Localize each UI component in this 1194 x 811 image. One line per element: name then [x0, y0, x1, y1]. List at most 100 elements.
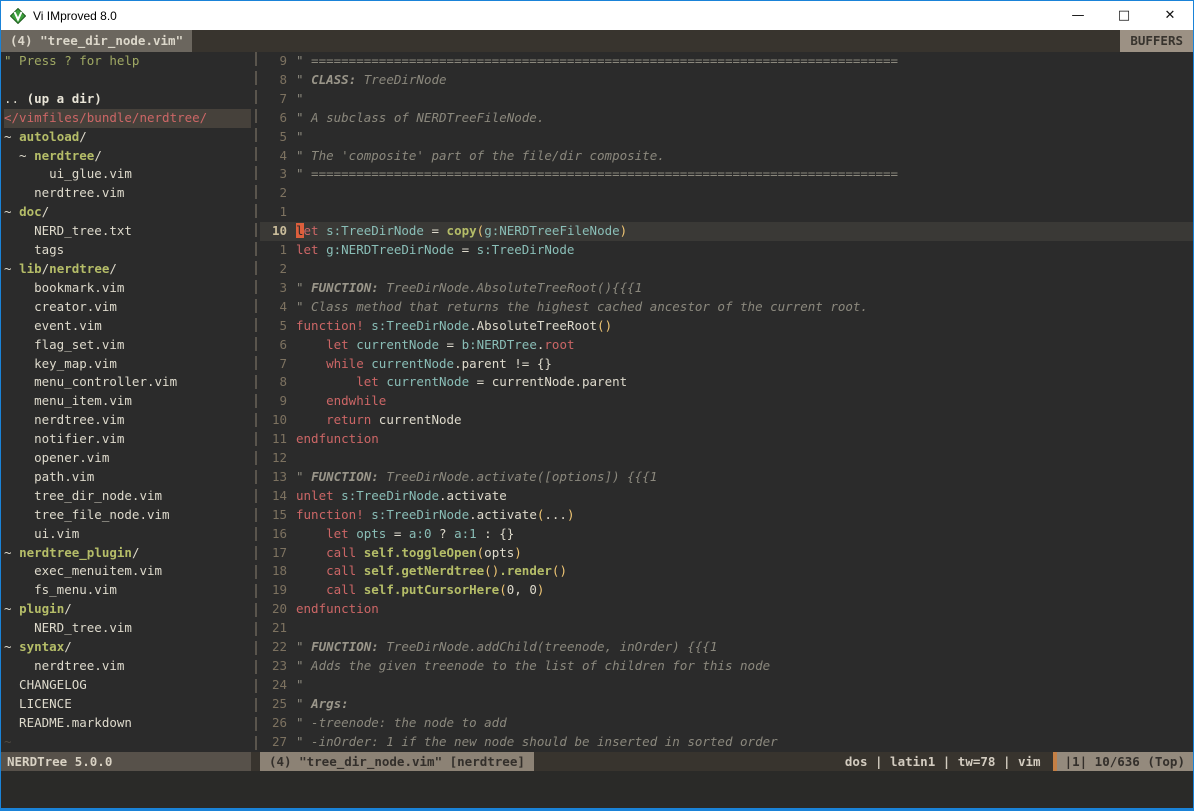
- tree-item-file[interactable]: flag_set.vim: [4, 336, 251, 355]
- code-line[interactable]: 9" =====================================…: [260, 52, 1193, 71]
- tree-item-dir[interactable]: ~ nerdtree/: [4, 147, 251, 166]
- code-line-current[interactable]: 10let s:TreeDirNode = copy(g:NERDTreeFil…: [260, 222, 1193, 241]
- token-k: while: [326, 356, 364, 371]
- maximize-button[interactable]: □: [1101, 1, 1147, 30]
- line-number: 9: [260, 52, 287, 71]
- tree-item-dir[interactable]: ~ lib/nerdtree/: [4, 260, 251, 279]
- tree-item-file[interactable]: notifier.vim: [4, 430, 251, 449]
- code-line[interactable]: 7": [260, 90, 1193, 109]
- code-line[interactable]: 18 call self.getNerdtree().render(): [260, 562, 1193, 581]
- line-number: 27: [260, 733, 287, 752]
- code-line[interactable]: 11endfunction: [260, 430, 1193, 449]
- code-text: " The 'composite' part of the file/dir c…: [296, 148, 665, 163]
- tree-item-file[interactable]: nerdtree.vim: [4, 184, 251, 203]
- code-line[interactable]: 23" Adds the given treenode to the list …: [260, 657, 1193, 676]
- main-area: " Press ? for help .. (up a dir)</vimfile…: [1, 52, 1193, 752]
- code-line[interactable]: 5function! s:TreeDirNode.AbsoluteTreeRoo…: [260, 317, 1193, 336]
- code-line[interactable]: 8 let currentNode = currentNode.parent: [260, 373, 1193, 392]
- code-line[interactable]: 12: [260, 449, 1193, 468]
- tree-item-file[interactable]: tree_dir_node.vim: [4, 487, 251, 506]
- token-t: b:NERDTree: [462, 337, 537, 352]
- token-w: = currentNode.parent: [469, 374, 627, 389]
- code-line[interactable]: 2: [260, 184, 1193, 203]
- tree-item-file[interactable]: tags: [4, 241, 251, 260]
- tree-item-file[interactable]: key_map.vim: [4, 355, 251, 374]
- code-line[interactable]: 7 while currentNode.parent != {}: [260, 355, 1193, 374]
- token-c: ": [296, 677, 304, 692]
- code-line[interactable]: 14unlet s:TreeDirNode.activate: [260, 487, 1193, 506]
- tree-item-file[interactable]: README.markdown: [4, 714, 251, 733]
- line-number: 13: [260, 468, 287, 487]
- token-w: [356, 582, 364, 597]
- tree-item-file[interactable]: fs_menu.vim: [4, 581, 251, 600]
- code-line[interactable]: 24": [260, 676, 1193, 695]
- code-line[interactable]: 21: [260, 619, 1193, 638]
- code-line[interactable]: 5": [260, 128, 1193, 147]
- tree-item-file[interactable]: tree_file_node.vim: [4, 506, 251, 525]
- token-k: endfunction: [296, 601, 379, 616]
- line-number: 23: [260, 657, 287, 676]
- tree-item-file[interactable]: exec_menuitem.vim: [4, 562, 251, 581]
- token-w: [296, 563, 326, 578]
- token-file: event.vim: [4, 318, 102, 333]
- code-line[interactable]: 9 endwhile: [260, 392, 1193, 411]
- command-line[interactable]: [1, 771, 1193, 808]
- code-line[interactable]: 2: [260, 260, 1193, 279]
- code-line[interactable]: 3" FUNCTION: TreeDirNode.AbsoluteTreeRoo…: [260, 279, 1193, 298]
- code-line[interactable]: 6" A subclass of NERDTreeFileNode.: [260, 109, 1193, 128]
- code-line[interactable]: 1: [260, 203, 1193, 222]
- code-line[interactable]: 4" Class method that returns the highest…: [260, 298, 1193, 317]
- token-k: call: [326, 563, 356, 578]
- tree-item-dir[interactable]: ~ nerdtree_plugin/: [4, 544, 251, 563]
- tree-item-file[interactable]: opener.vim: [4, 449, 251, 468]
- tree-item-dir[interactable]: ~ plugin/: [4, 600, 251, 619]
- tree-item-help: " Press ? for help: [4, 52, 251, 71]
- code-line[interactable]: 8" CLASS: TreeDirNode: [260, 71, 1193, 90]
- code-line[interactable]: 3" =====================================…: [260, 165, 1193, 184]
- token-help: " Press ? for help: [4, 53, 139, 68]
- line-number: 17: [260, 544, 287, 563]
- code-line[interactable]: 4" The 'composite' part of the file/dir …: [260, 147, 1193, 166]
- tab-tree-dir-node[interactable]: (4) "tree_dir_node.vim": [1, 30, 192, 52]
- tree-item-file[interactable]: nerdtree.vim: [4, 411, 251, 430]
- tree-item-root[interactable]: </vimfiles/bundle/nerdtree/: [4, 109, 251, 128]
- tree-item-file[interactable]: LICENCE: [4, 695, 251, 714]
- code-line[interactable]: 27" -inOrder: 1 if the new node should b…: [260, 733, 1193, 752]
- tree-item-file[interactable]: path.vim: [4, 468, 251, 487]
- code-line[interactable]: 6 let currentNode = b:NERDTree.root: [260, 336, 1193, 355]
- tree-item-file[interactable]: bookmark.vim: [4, 279, 251, 298]
- tree-item-file[interactable]: event.vim: [4, 317, 251, 336]
- vim-icon[interactable]: [10, 8, 26, 24]
- code-line[interactable]: 25" Args:: [260, 695, 1193, 714]
- tree-item-dir[interactable]: ~ doc/: [4, 203, 251, 222]
- code-line[interactable]: 15function! s:TreeDirNode.activate(...): [260, 506, 1193, 525]
- tree-item-file[interactable]: menu_item.vim: [4, 392, 251, 411]
- token-w: .activate: [469, 507, 537, 522]
- tree-item-file[interactable]: creator.vim: [4, 298, 251, 317]
- tree-item-dir[interactable]: ~ autoload/: [4, 128, 251, 147]
- line-number: 7: [260, 90, 287, 109]
- code-line[interactable]: 1let g:NERDTreeDirNode = s:TreeDirNode: [260, 241, 1193, 260]
- code-line[interactable]: 13" FUNCTION: TreeDirNode.activate([opti…: [260, 468, 1193, 487]
- code-line[interactable]: 10 return currentNode: [260, 411, 1193, 430]
- code-line[interactable]: 19 call self.putCursorHere(0, 0): [260, 581, 1193, 600]
- tree-item-file[interactable]: CHANGELOG: [4, 676, 251, 695]
- code-line[interactable]: 16 let opts = a:0 ? a:1 : {}: [260, 525, 1193, 544]
- code-line[interactable]: 20endfunction: [260, 600, 1193, 619]
- minimize-button[interactable]: —: [1055, 1, 1101, 30]
- code-text: endwhile: [296, 393, 386, 408]
- close-button[interactable]: ✕: [1147, 1, 1193, 30]
- tree-item-file[interactable]: nerdtree.vim: [4, 657, 251, 676]
- tree-item-file[interactable]: NERD_tree.vim: [4, 619, 251, 638]
- tree-item-file[interactable]: ui.vim: [4, 525, 251, 544]
- token-c: ": [296, 280, 311, 295]
- tree-item-dir[interactable]: ~ syntax/: [4, 638, 251, 657]
- tree-item-file[interactable]: ui_glue.vim: [4, 165, 251, 184]
- tree-item-file[interactable]: menu_controller.vim: [4, 373, 251, 392]
- tree-item-file[interactable]: NERD_tree.txt: [4, 222, 251, 241]
- code-line[interactable]: 22" FUNCTION: TreeDirNode.addChild(treen…: [260, 638, 1193, 657]
- tree-item-up[interactable]: .. (up a dir): [4, 90, 251, 109]
- code-line[interactable]: 26" -treenode: the node to add: [260, 714, 1193, 733]
- window-split-separator[interactable]: [251, 52, 260, 752]
- code-line[interactable]: 17 call self.toggleOpen(opts): [260, 544, 1193, 563]
